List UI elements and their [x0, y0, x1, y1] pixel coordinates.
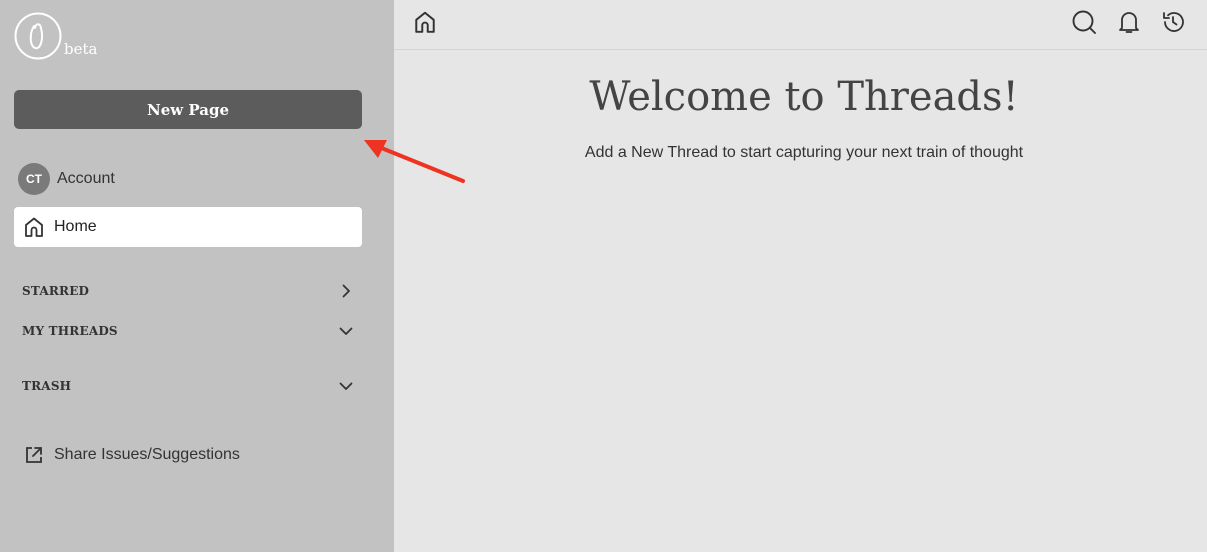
account-label: Account	[57, 170, 115, 187]
chevron-down-icon	[339, 327, 353, 335]
account-item[interactable]: CT Account	[18, 163, 115, 195]
page-subtitle: Add a New Thread to start capturing your…	[584, 144, 1024, 161]
section-label: STARRED	[22, 284, 90, 298]
beta-label: beta	[64, 40, 98, 58]
history-icon[interactable]	[1160, 9, 1186, 35]
chevron-right-icon	[342, 284, 350, 298]
share-issues-label: Share Issues/Suggestions	[54, 446, 240, 463]
page-title: Welcome to Threads!	[589, 74, 1019, 120]
section-starred[interactable]: STARRED	[22, 281, 362, 301]
search-icon[interactable]	[1071, 9, 1097, 35]
avatar: CT	[18, 163, 50, 195]
home-icon	[25, 217, 43, 237]
sidebar-item-label: Home	[54, 218, 97, 235]
section-label: TRASH	[22, 379, 72, 393]
top-bar	[394, 0, 1207, 50]
section-my-threads[interactable]: MY THREADS	[22, 321, 362, 341]
share-issues-link[interactable]: Share Issues/Suggestions	[24, 443, 240, 467]
home-icon[interactable]	[413, 10, 437, 34]
threads-logo-icon[interactable]	[14, 12, 62, 60]
sidebar-item-home[interactable]: Home	[14, 207, 362, 247]
section-label: MY THREADS	[22, 324, 118, 338]
section-trash[interactable]: TRASH	[22, 376, 362, 396]
new-page-button[interactable]: New Page	[14, 90, 362, 129]
external-link-icon	[26, 447, 42, 463]
chevron-down-icon	[339, 382, 353, 390]
sidebar: beta New Page CT Account Home STARRED MY…	[0, 0, 394, 552]
bell-icon[interactable]	[1116, 9, 1142, 35]
annotation-arrow-icon	[364, 140, 465, 183]
